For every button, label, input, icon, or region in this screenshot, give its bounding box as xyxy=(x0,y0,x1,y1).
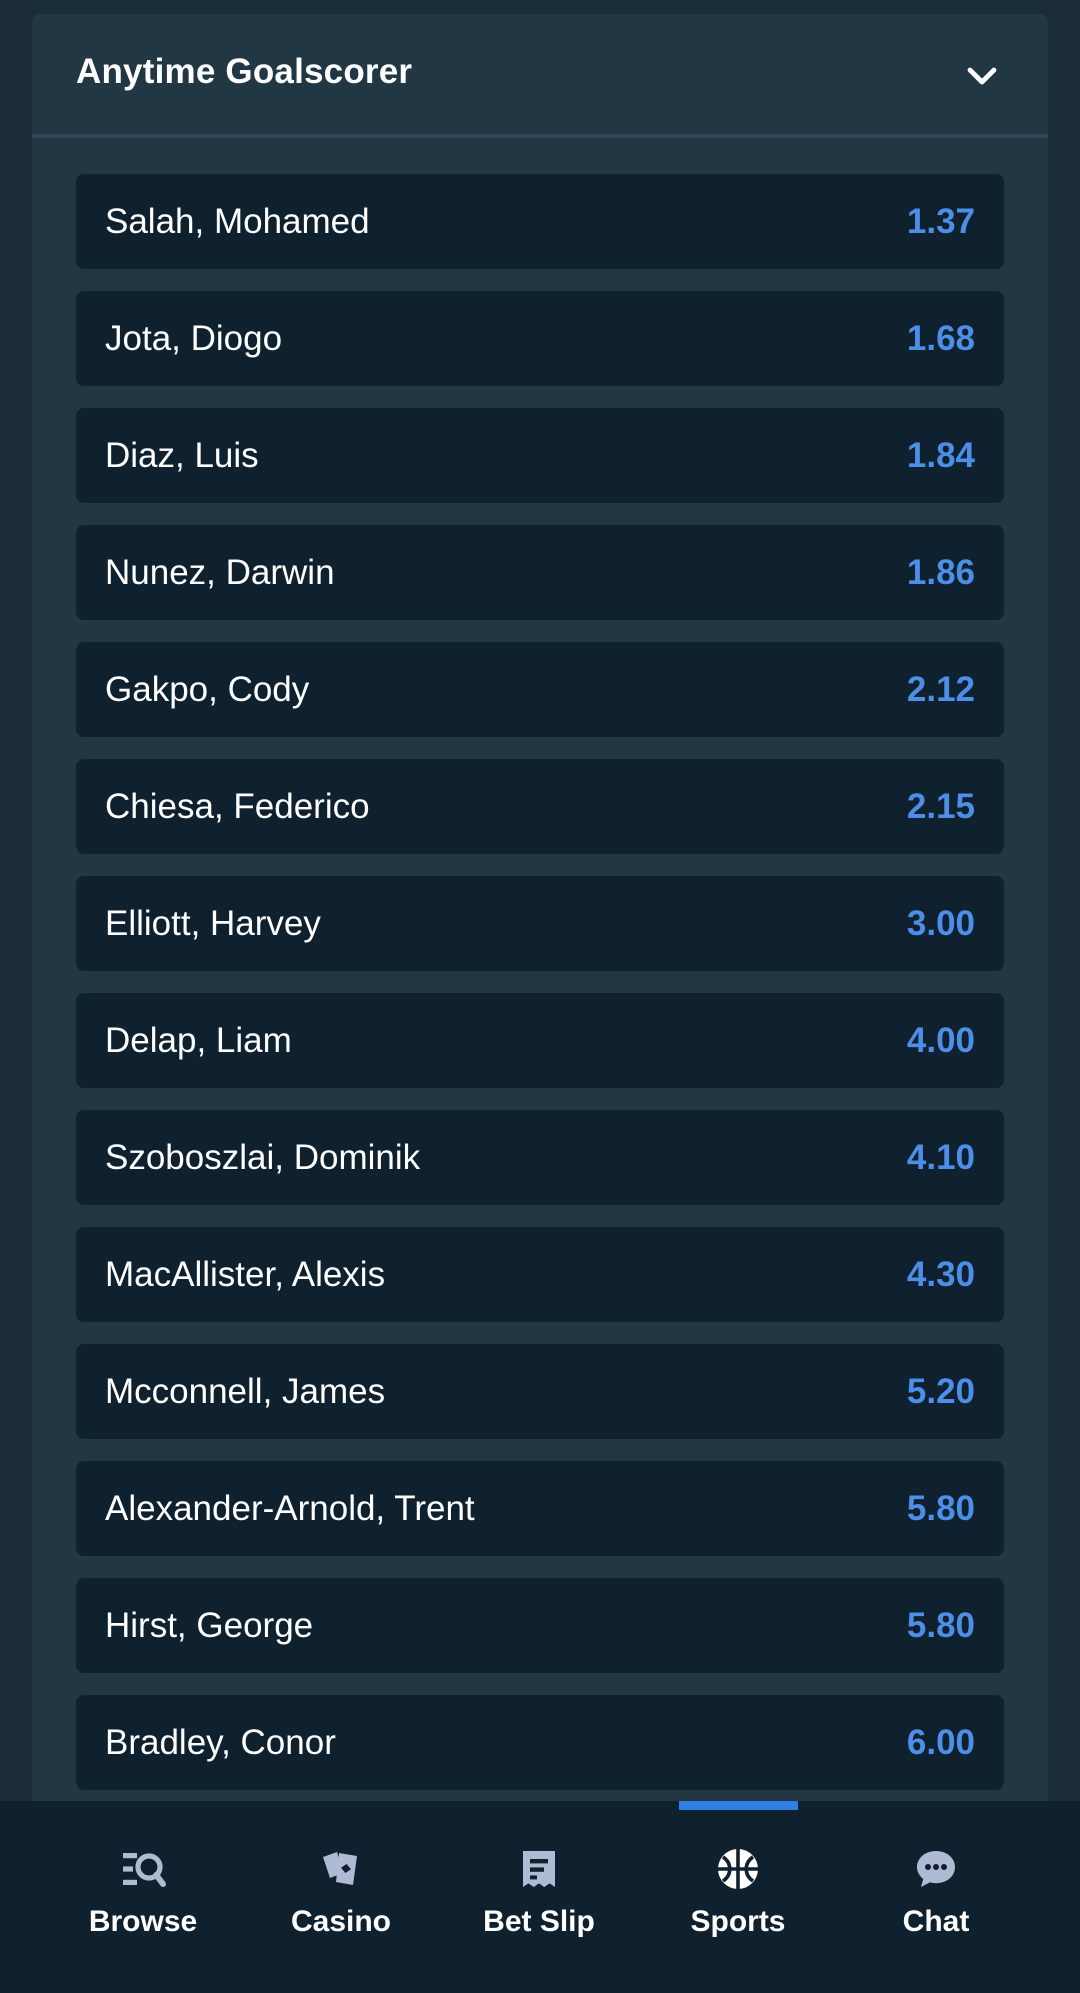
odds-value: 4.30 xyxy=(906,1255,975,1294)
odds-value: 1.84 xyxy=(906,436,975,475)
nav-sports[interactable]: Sports xyxy=(639,1801,837,1993)
selection-row[interactable]: Szoboszlai, Dominik 4.10 xyxy=(76,1110,1004,1205)
odds-value: 5.80 xyxy=(906,1606,975,1645)
nav-label: Casino xyxy=(290,1905,392,1938)
casino-cards-icon xyxy=(323,1852,357,1885)
sports-ball-icon xyxy=(718,1849,758,1889)
odds-value: 3.00 xyxy=(906,904,975,943)
odds-value: 4.00 xyxy=(906,1021,975,1060)
nav-label: Sports xyxy=(690,1905,786,1938)
nav-chat[interactable]: Chat xyxy=(837,1801,1035,1993)
bet-slip-receipt-icon xyxy=(523,1851,555,1887)
market-title: Anytime Goalscorer xyxy=(76,52,413,91)
selection-row[interactable]: Delap, Liam 4.00 xyxy=(76,993,1004,1088)
player-name: Nunez, Darwin xyxy=(105,553,335,592)
selection-row[interactable]: Salah, Mohamed 1.37 xyxy=(76,174,1004,269)
browse-search-icon xyxy=(123,1853,166,1887)
player-name: Hirst, George xyxy=(105,1606,314,1645)
odds-value: 4.10 xyxy=(906,1138,975,1177)
player-name: Alexander-Arnold, Trent xyxy=(105,1489,475,1528)
odds-value: 2.12 xyxy=(906,670,975,709)
selection-row[interactable]: MacAllister, Alexis 4.30 xyxy=(76,1227,1004,1322)
active-tab-indicator xyxy=(679,1801,798,1810)
market-card: Anytime Goalscorer Salah, Mohamed 1.37 J… xyxy=(32,14,1048,1993)
odds-value: 5.80 xyxy=(906,1489,975,1528)
selection-row[interactable]: Nunez, Darwin 1.86 xyxy=(76,525,1004,620)
selection-row[interactable]: Alexander-Arnold, Trent 5.80 xyxy=(76,1461,1004,1556)
nav-label: Chat xyxy=(902,1905,970,1938)
odds-value: 1.37 xyxy=(906,202,975,241)
bottom-nav: Browse Casino Bet Slip Sports Chat xyxy=(0,1801,1080,1993)
player-name: Bradley, Conor xyxy=(105,1723,336,1762)
nav-label: Browse xyxy=(88,1905,198,1938)
selection-row[interactable]: Diaz, Luis 1.84 xyxy=(76,408,1004,503)
selection-list: Salah, Mohamed 1.37 Jota, Diogo 1.68 Dia… xyxy=(76,174,1004,1812)
odds-value: 6.00 xyxy=(906,1723,975,1762)
nav-casino[interactable]: Casino xyxy=(242,1801,440,1993)
player-name: Elliott, Harvey xyxy=(105,904,321,943)
player-name: Delap, Liam xyxy=(105,1021,292,1060)
player-name: Szoboszlai, Dominik xyxy=(105,1138,421,1177)
odds-value: 1.68 xyxy=(906,319,975,358)
odds-value: 1.86 xyxy=(906,553,975,592)
player-name: Mcconnell, James xyxy=(105,1372,386,1411)
chat-bubble-icon xyxy=(917,1851,955,1887)
odds-value: 2.15 xyxy=(906,787,975,826)
selection-row[interactable]: Elliott, Harvey 3.00 xyxy=(76,876,1004,971)
odds-value: 5.20 xyxy=(906,1372,975,1411)
player-name: Chiesa, Federico xyxy=(105,787,370,826)
player-name: Salah, Mohamed xyxy=(105,202,370,241)
chevron-down-icon[interactable] xyxy=(964,58,1000,94)
selection-row[interactable]: Bradley, Conor 6.00 xyxy=(76,1695,1004,1790)
nav-browse[interactable]: Browse xyxy=(44,1801,242,1993)
selection-row[interactable]: Chiesa, Federico 2.15 xyxy=(76,759,1004,854)
player-name: Diaz, Luis xyxy=(105,436,259,475)
market-header[interactable]: Anytime Goalscorer xyxy=(32,14,1048,138)
sportsbook-page: Anytime Goalscorer Salah, Mohamed 1.37 J… xyxy=(0,0,1080,1993)
player-name: Gakpo, Cody xyxy=(105,670,310,709)
player-name: Jota, Diogo xyxy=(105,319,283,358)
nav-label: Bet Slip xyxy=(483,1905,595,1938)
selection-row[interactable]: Jota, Diogo 1.68 xyxy=(76,291,1004,386)
selection-row[interactable]: Hirst, George 5.80 xyxy=(76,1578,1004,1673)
selection-row[interactable]: Gakpo, Cody 2.12 xyxy=(76,642,1004,737)
nav-bet-slip[interactable]: Bet Slip xyxy=(440,1801,638,1993)
player-name: MacAllister, Alexis xyxy=(105,1255,386,1294)
selection-row[interactable]: Mcconnell, James 5.20 xyxy=(76,1344,1004,1439)
